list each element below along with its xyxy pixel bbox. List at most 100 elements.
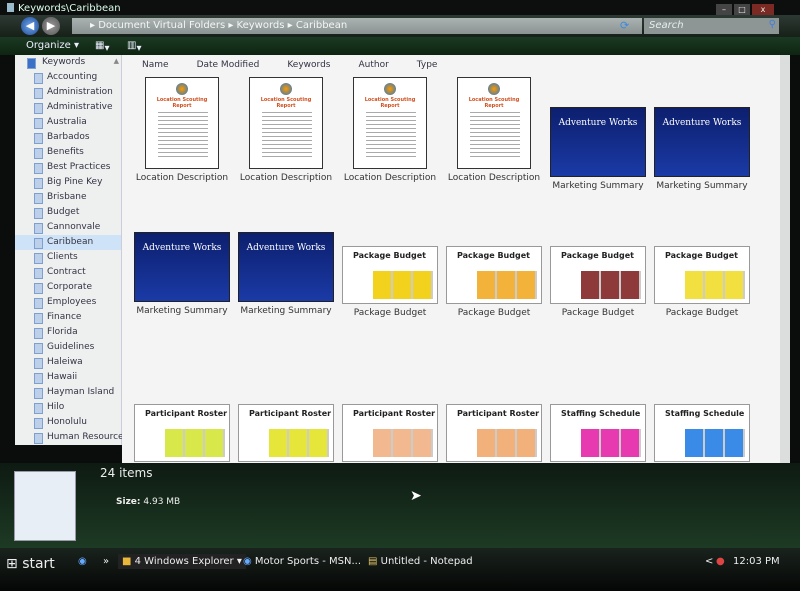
layout-chevron: ▾ [136, 43, 142, 54]
thumbnail-title: Package Budget [353, 251, 426, 260]
file-item[interactable]: Location Scouting Report Location Descrip… [234, 77, 338, 183]
file-item[interactable]: Adventure Works Marketing Summary [650, 77, 754, 191]
sidebar-item-clients[interactable]: Clients [15, 250, 121, 265]
views-button[interactable]: ▦ ▾ [95, 40, 109, 54]
sidebar-item-finance[interactable]: Finance [15, 310, 121, 325]
clock[interactable]: 12:03 PM [733, 556, 780, 567]
quicklaunch-overflow[interactable]: » [103, 556, 109, 567]
file-name: Package Budget [561, 308, 635, 318]
thumbnail-title: Participant Roster [249, 409, 332, 418]
breadcrumb-0[interactable]: Document Virtual Folders [98, 20, 225, 31]
file-item[interactable]: Staffing ScheduleScheduling [546, 390, 650, 463]
column-type[interactable]: Type [417, 60, 438, 70]
views-chevron: ▾ [104, 43, 110, 54]
thumbnail-title: Participant Roster [457, 409, 540, 418]
sidebar-item-barbados[interactable]: Barbados [15, 130, 121, 145]
task-label: Untitled - Notepad [380, 556, 473, 567]
sidebar-item-hayman-island[interactable]: Hayman Island [15, 385, 121, 400]
sidebar-item-accounting[interactable]: Accounting [15, 70, 121, 85]
navigation-pane: ▲ Keywords Accounting Administration Admin… [15, 55, 128, 445]
sidebar-item-guidelines[interactable]: Guidelines [15, 340, 121, 355]
file-item[interactable]: Participant RosterParticipant Roster [442, 390, 546, 463]
address-bar[interactable]: ▸ Document Virtual Folders ▸ Keywords ▸ … [72, 18, 642, 34]
sidebar-item-caribbean[interactable]: Caribbean [15, 235, 121, 250]
sheet-thumbnail: Package Budget [550, 246, 646, 304]
task-msn[interactable]: ◉ Motor Sports - MSN... [243, 556, 361, 567]
thumbnail-cells [269, 429, 329, 457]
column-keywords[interactable]: Keywords [287, 60, 330, 70]
mouse-cursor-icon: ➤ [410, 488, 422, 504]
toolbar: Organize ▾ ▦ ▾ ▥ ▾ [0, 37, 800, 55]
close-button[interactable]: x [752, 4, 774, 15]
thumbnail-cells [581, 429, 641, 457]
file-item[interactable]: Participant RosterParticipant Roster [130, 390, 234, 463]
file-item[interactable]: Location Scouting Report Location Descrip… [130, 77, 234, 183]
forward-button[interactable]: ▶ [42, 17, 60, 35]
file-name: Marketing Summary [552, 181, 644, 191]
selection-thumbnail [14, 471, 76, 541]
sidebar-item-administrative[interactable]: Administrative [15, 100, 121, 115]
slide-thumbnail: Adventure Works [134, 232, 230, 302]
vertical-scrollbar[interactable] [780, 55, 790, 463]
sidebar-item-human-resources[interactable]: Human Resources [15, 430, 128, 445]
sidebar-item-haleiwa[interactable]: Haleiwa [15, 355, 121, 370]
back-button[interactable]: ◀ [21, 17, 39, 35]
sidebar-item-honolulu[interactable]: Honolulu [15, 415, 121, 430]
tray-icon[interactable]: ● [716, 556, 725, 567]
file-item[interactable]: Adventure Works Marketing Summary [130, 232, 234, 316]
file-item[interactable]: Package Budget Package Budget [650, 232, 754, 318]
sidebar-item-corporate[interactable]: Corporate [15, 280, 121, 295]
size-label: Size: [116, 497, 141, 507]
sidebar-item-keywords[interactable]: Keywords [15, 55, 121, 70]
file-item[interactable]: Participant RosterParticipant Roster [338, 390, 442, 463]
sidebar-item-florida[interactable]: Florida [15, 325, 121, 340]
sidebar-item-australia[interactable]: Australia [15, 115, 121, 130]
search-input[interactable]: Search ⚲ [644, 18, 779, 34]
sidebar-item-big-pine-key[interactable]: Big Pine Key [15, 175, 121, 190]
column-author[interactable]: Author [358, 60, 388, 70]
tray-expand[interactable]: < [705, 556, 713, 567]
file-item[interactable]: Adventure Works Marketing Summary [234, 232, 338, 316]
ie-quicklaunch-icon[interactable]: ◉ [78, 556, 87, 567]
column-date-modified[interactable]: Date Modified [197, 60, 260, 70]
file-item[interactable]: Package Budget Package Budget [546, 232, 650, 318]
organize-button[interactable]: Organize ▾ [26, 40, 79, 51]
sheet-thumbnail: Participant Roster [134, 404, 230, 462]
start-button[interactable]: ⊞ start [6, 556, 55, 572]
file-item[interactable]: Package Budget Package Budget [338, 232, 442, 318]
file-item[interactable]: Participant RosterParticipant Roster [234, 390, 338, 463]
layout-button[interactable]: ▥ ▾ [127, 40, 141, 54]
sidebar-item-benefits[interactable]: Benefits [15, 145, 121, 160]
search-icon[interactable]: ⚲ [769, 19, 776, 30]
sidebar-item-contract[interactable]: Contract [15, 265, 121, 280]
file-name: Location Description [447, 173, 541, 183]
sidebar-item-budget[interactable]: Budget [15, 205, 121, 220]
column-headers: Name Date Modified Keywords Author Type [122, 55, 780, 75]
sidebar-item-employees[interactable]: Employees [15, 295, 121, 310]
sidebar-item-hawaii[interactable]: Hawaii [15, 370, 121, 385]
thumbnail-title: Location Scouting Report [156, 97, 208, 109]
address-row: ◀ ▶ ▸ Document Virtual Folders ▸ Keyword… [0, 15, 800, 37]
sidebar-item-hilo[interactable]: Hilo [15, 400, 121, 415]
file-item[interactable]: Location Scouting Report Location Descrip… [442, 77, 546, 183]
file-item[interactable]: Staffing ScheduleScheduling [650, 390, 754, 463]
task-notepad[interactable]: ▤ Untitled - Notepad [368, 556, 473, 567]
task-windows-explorer[interactable]: ■ 4 Windows Explorer ▾ [118, 554, 246, 569]
maximize-button[interactable]: □ [734, 4, 750, 15]
sidebar-item-cannonvale[interactable]: Cannonvale [15, 220, 121, 235]
sidebar-item-administration[interactable]: Administration [15, 85, 121, 100]
file-item[interactable]: Adventure Works Marketing Summary [546, 77, 650, 191]
file-item[interactable]: Location Scouting Report Location Descrip… [338, 77, 442, 183]
minimize-button[interactable]: – [716, 4, 732, 15]
file-item[interactable]: Package Budget Package Budget [442, 232, 546, 318]
column-name[interactable]: Name [142, 60, 169, 70]
breadcrumb-1[interactable]: Keywords [237, 20, 285, 31]
refresh-icon[interactable]: ⟳ [620, 19, 629, 32]
sidebar-item-brisbane[interactable]: Brisbane [15, 190, 121, 205]
item-count: 24 items [100, 466, 153, 480]
notepad-icon: ▤ [368, 556, 378, 567]
sidebar-item-best-practices[interactable]: Best Practices [15, 160, 121, 175]
breadcrumb-2[interactable]: Caribbean [296, 20, 347, 31]
thumbnail-title: Participant Roster [145, 409, 228, 418]
thumbnail-cells [165, 429, 225, 457]
